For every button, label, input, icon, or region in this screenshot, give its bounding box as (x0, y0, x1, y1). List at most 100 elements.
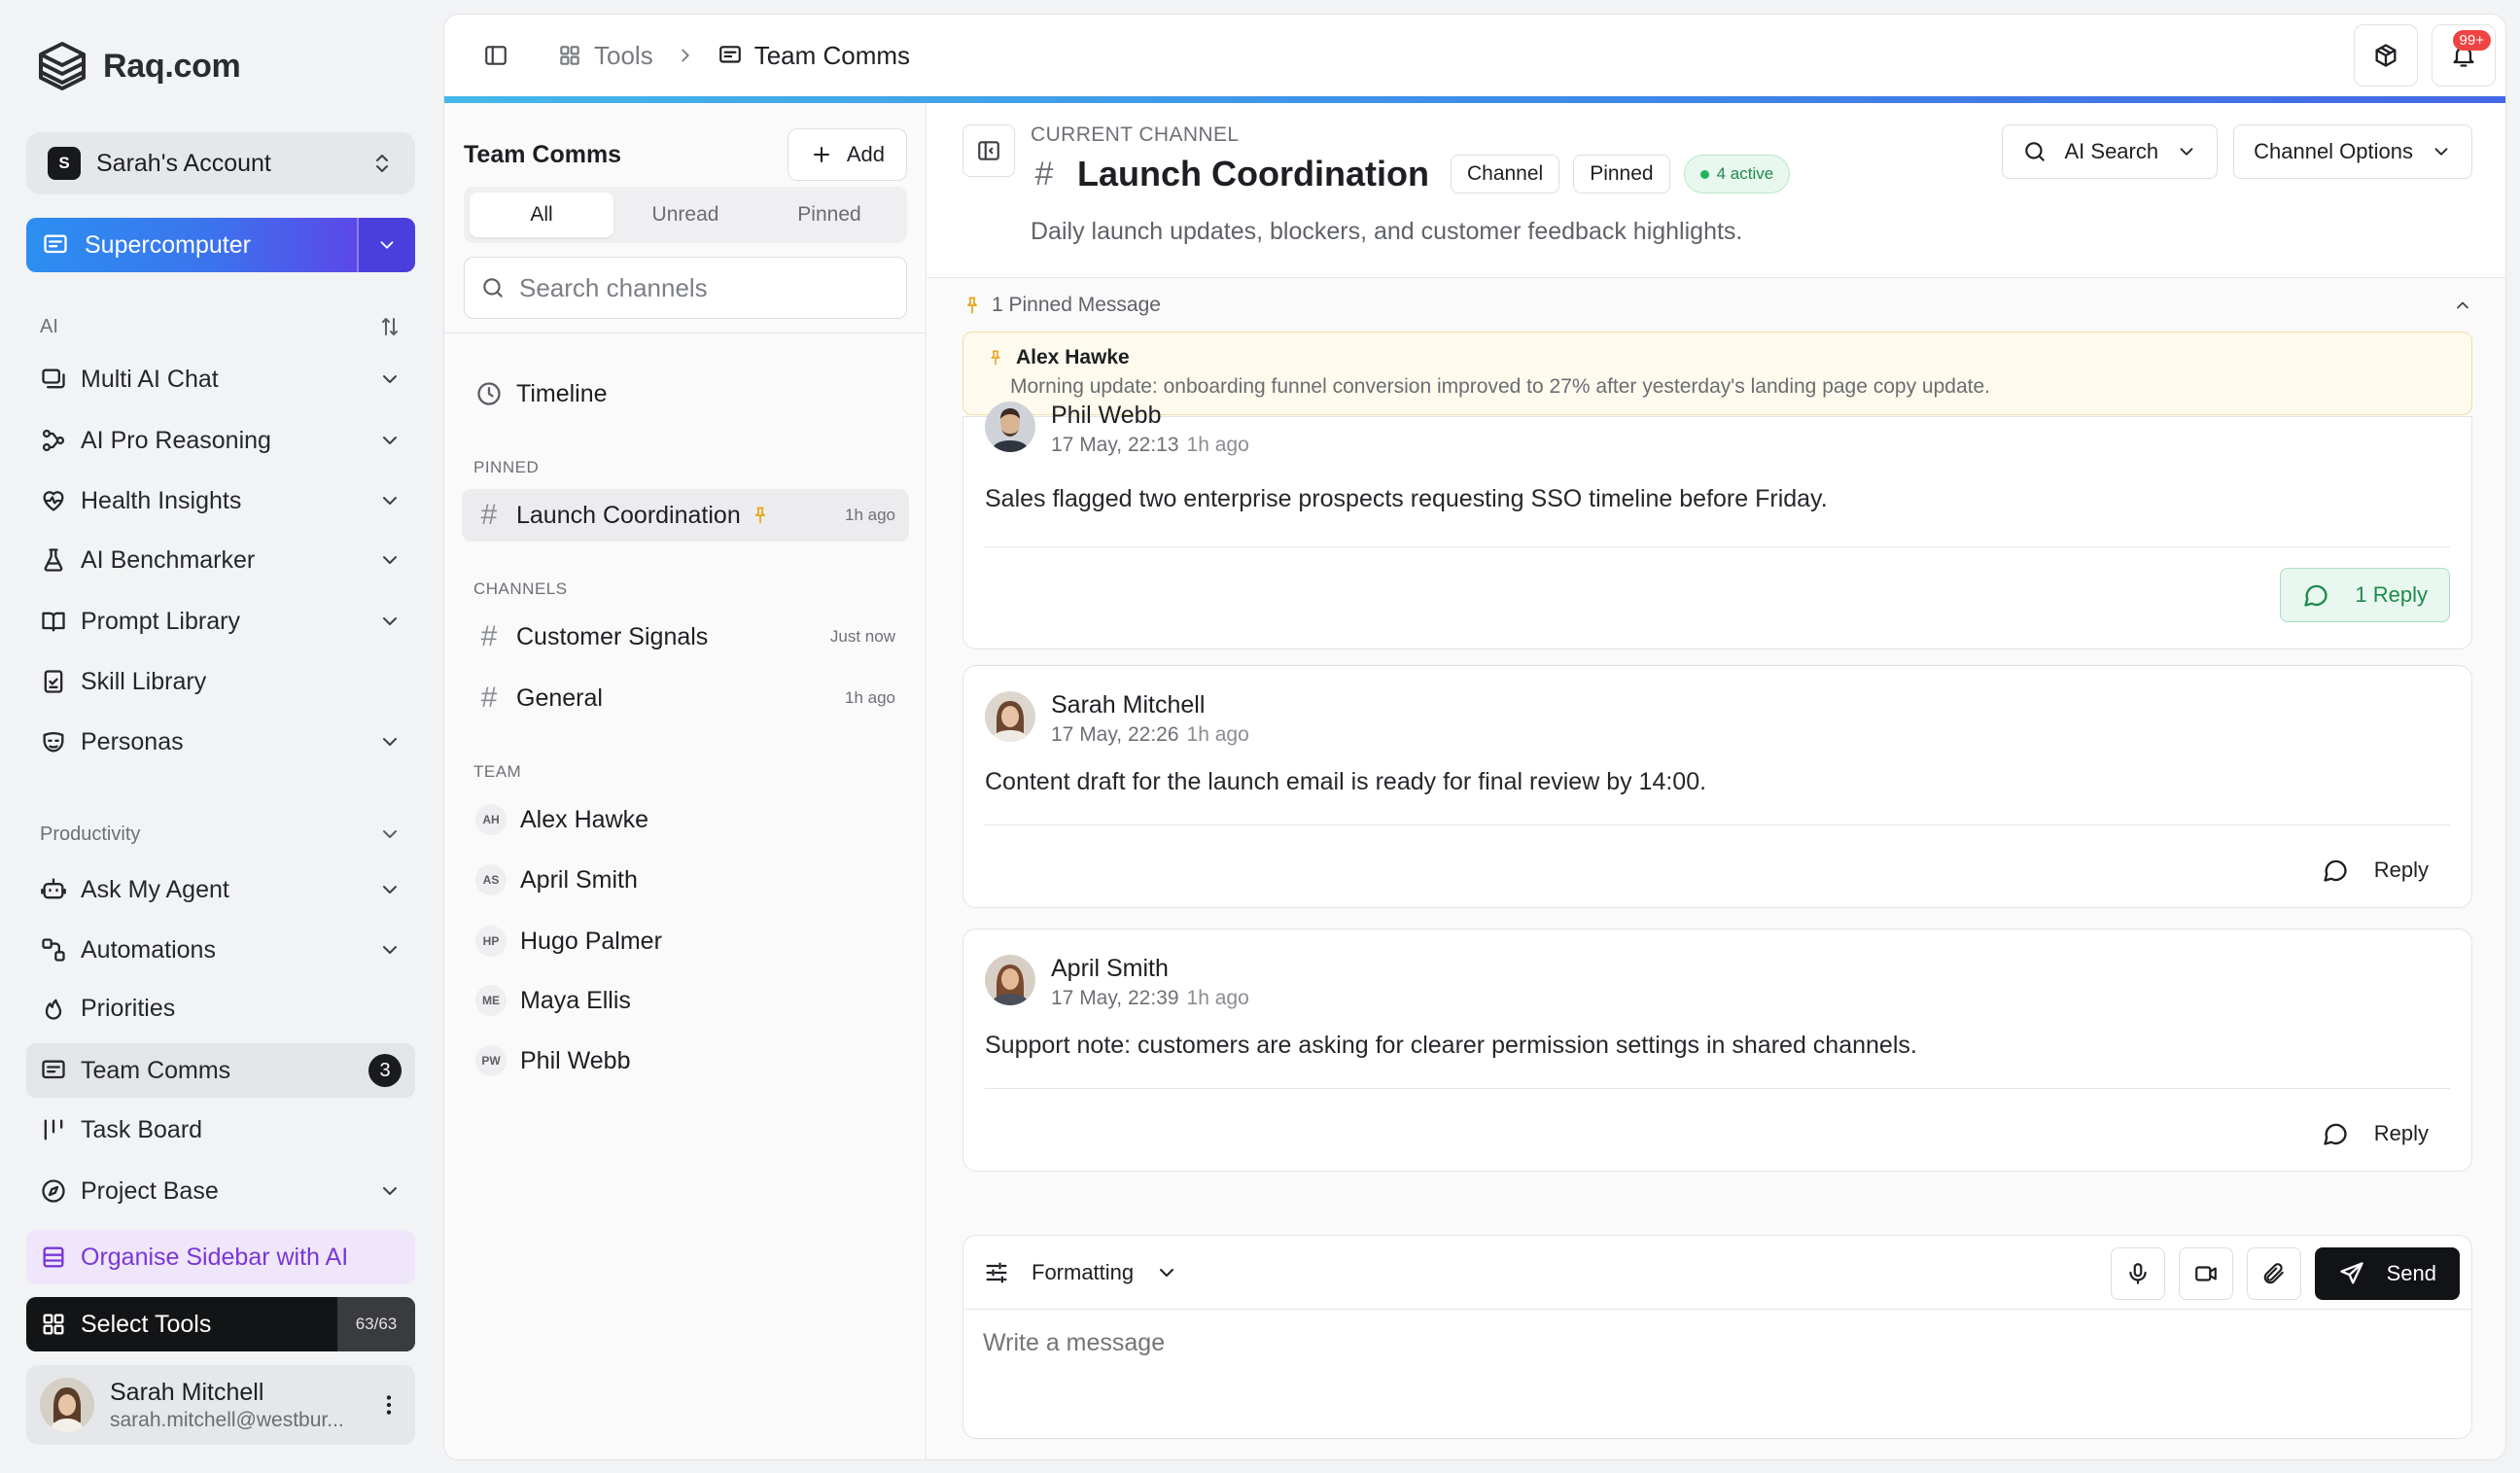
user-email: sarah.mitchell@westbur... (110, 1408, 344, 1431)
chevron-down-icon[interactable] (1155, 1261, 1178, 1284)
collapse-panel-button[interactable] (962, 124, 1015, 177)
message-input[interactable] (983, 1329, 2441, 1357)
chevron-right-icon (675, 45, 696, 66)
message-author[interactable]: Sarah Mitchell (1051, 691, 1249, 719)
channel-name: General (516, 684, 603, 712)
formatting-toggle[interactable]: Formatting (1032, 1260, 1134, 1285)
main-panel: Tools Team Comms 99+ Team Comms Add All (443, 14, 2506, 1460)
filter-tab-all[interactable]: All (470, 193, 613, 237)
conversation-pane: CURRENT CHANNEL # Launch Coordination Ch… (928, 103, 2505, 1459)
compass-icon (40, 1177, 67, 1205)
breadcrumb-current: Team Comms (753, 40, 911, 70)
message-date: 17 May, 22:13 (1051, 434, 1179, 456)
divider (985, 1088, 2450, 1089)
sidebar-item-label: AI Benchmarker (81, 545, 256, 574)
sort-icon[interactable] (378, 315, 402, 338)
avatar (40, 1378, 94, 1432)
sidebar-item-ai-benchmarker[interactable]: AI Benchmarker (26, 533, 415, 587)
pinned-messages-bar[interactable]: 1 Pinned Message (962, 294, 2472, 317)
logo-icon (35, 39, 89, 93)
package-button[interactable] (2354, 24, 2418, 87)
reply-button[interactable]: Reply (2300, 843, 2450, 897)
hash-icon: # (1034, 155, 1054, 193)
channel-item-general[interactable]: # General 1h ago (462, 672, 909, 724)
channel-options-dropdown[interactable]: Channel Options (2233, 124, 2472, 179)
workflow-icon (40, 936, 67, 964)
select-tools-button[interactable]: Select Tools 63/63 (26, 1297, 415, 1351)
voice-input-button[interactable] (2110, 1247, 2165, 1300)
sidebar-item-prompt-library[interactable]: Prompt Library (26, 594, 415, 649)
sidebar-item-label: Prompt Library (81, 607, 240, 635)
chevron-down-icon (378, 610, 402, 633)
organise-sidebar-button[interactable]: Organise Sidebar with AI (26, 1230, 415, 1284)
reply-label: 1 Reply (2355, 582, 2428, 607)
chevron-down-icon (378, 429, 402, 452)
supercomputer-main[interactable]: Supercomputer (26, 218, 357, 272)
chevron-down-icon (2176, 141, 2197, 162)
sidebar-item-skill-library[interactable]: Skill Library (26, 654, 415, 709)
sidebar-item-automations[interactable]: Automations (26, 923, 415, 977)
sidebar-item-label: Health Insights (81, 486, 242, 514)
select-tools-label: Select Tools (81, 1310, 212, 1338)
nodes-icon (40, 427, 67, 454)
sidebar-item-team-comms[interactable]: Team Comms 3 (26, 1043, 415, 1098)
sidebar-item-personas[interactable]: Personas (26, 715, 415, 769)
message-card: Phil Webb 17 May, 22:13 1h ago Sales flag… (962, 402, 2472, 649)
sidebar-item-ai-pro-reasoning[interactable]: AI Pro Reasoning (26, 413, 415, 468)
package-icon (2372, 42, 2399, 69)
breadcrumb: Tools Team Comms (557, 41, 910, 71)
team-member-hugo-palmer[interactable]: HP Hugo Palmer (462, 915, 909, 967)
supercomputer-button[interactable]: Supercomputer (26, 218, 415, 272)
filter-tab-unread[interactable]: Unread (613, 193, 757, 237)
sidebar-item-priorities[interactable]: Priorities (26, 981, 415, 1035)
paperclip-icon (2261, 1261, 2287, 1286)
replies-button[interactable]: 1 Reply (2280, 568, 2450, 622)
channel-item-customer-signals[interactable]: # Customer Signals Just now (462, 611, 909, 663)
avatar (985, 691, 1035, 742)
team-member-phil-webb[interactable]: PW Phil Webb (462, 1035, 909, 1087)
channels-group-label: CHANNELS (473, 579, 568, 598)
reply-button[interactable]: Reply (2300, 1106, 2450, 1161)
account-switcher[interactable]: S Sarah's Account (26, 132, 415, 194)
pin-icon (987, 349, 1004, 367)
sidebar-item-task-board[interactable]: Task Board (26, 1103, 415, 1157)
sidebar-item-label: Task Board (81, 1115, 203, 1143)
sidebar-item-label: Project Base (81, 1176, 219, 1205)
filter-tab-pinned[interactable]: Pinned (757, 193, 901, 237)
attach-button[interactable] (2246, 1247, 2301, 1300)
team-member-alex-hawke[interactable]: AH Alex Hawke (462, 793, 909, 846)
current-channel-label: CURRENT CHANNEL (1031, 123, 1240, 146)
supercomputer-label: Supercomputer (85, 230, 251, 259)
channel-item-launch-coordination[interactable]: # Launch Coordination 1h ago (462, 489, 909, 542)
channel-tag: Channel (1450, 155, 1560, 193)
sidebar-item-health-insights[interactable]: Health Insights (26, 473, 415, 528)
sidebar-toggle-icon[interactable] (483, 43, 508, 68)
chevron-down-icon[interactable] (378, 823, 402, 846)
ai-search-dropdown[interactable]: AI Search (2001, 124, 2219, 179)
channel-search-input[interactable]: Search channels (464, 257, 907, 319)
add-channel-button[interactable]: Add (787, 128, 907, 181)
video-button[interactable] (2178, 1247, 2233, 1300)
brand[interactable]: Raq.com (35, 39, 241, 93)
member-name: April Smith (520, 865, 638, 894)
sidebar-item-project-base[interactable]: Project Base (26, 1164, 415, 1218)
supercomputer-dropdown[interactable] (357, 218, 415, 272)
notifications-button[interactable]: 99+ (2432, 24, 2496, 87)
sidebar-item-multi-ai-chat[interactable]: Multi AI Chat (26, 352, 415, 406)
sidebar-item-ask-my-agent[interactable]: Ask My Agent (26, 862, 415, 917)
chevron-updown-icon (370, 152, 394, 175)
team-member-maya-ellis[interactable]: ME Maya Ellis (462, 974, 909, 1027)
unread-count-badge: 3 (368, 1054, 402, 1087)
message-author[interactable]: April Smith (1051, 955, 1249, 983)
team-member-april-smith[interactable]: AS April Smith (462, 854, 909, 906)
message-author[interactable]: Phil Webb (1051, 402, 1249, 430)
top-bar: Tools Team Comms 99+ (444, 15, 2505, 103)
send-button[interactable]: Send (2314, 1247, 2460, 1300)
breadcrumb-root[interactable]: Tools (594, 41, 653, 71)
reply-label: Reply (2373, 1121, 2429, 1145)
more-vertical-icon[interactable] (376, 1392, 402, 1418)
timeline-item[interactable]: Timeline (462, 368, 909, 420)
chevron-down-icon (376, 234, 398, 256)
user-profile-card[interactable]: Sarah Mitchell sarah.mitchell@westbur... (26, 1365, 415, 1445)
channel-header: CURRENT CHANNEL # Launch Coordination Ch… (928, 103, 2505, 278)
